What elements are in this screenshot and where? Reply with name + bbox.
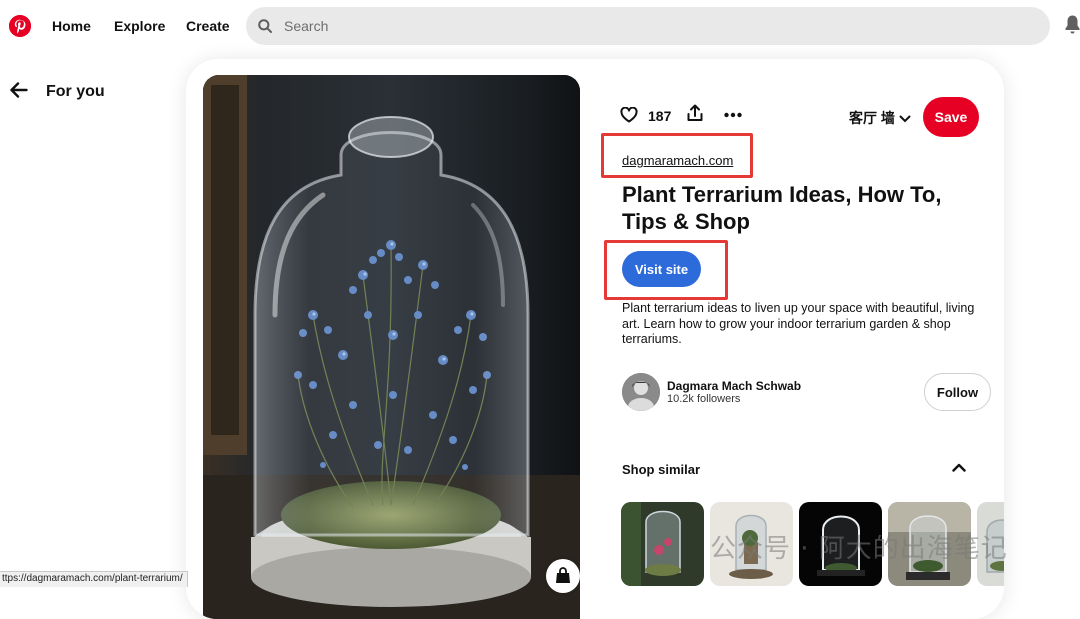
avatar[interactable] xyxy=(622,373,660,411)
status-bar-url: ttps://dagmaramach.com/plant-terrarium/ xyxy=(0,571,188,587)
shop-thumbnail[interactable] xyxy=(621,502,704,586)
bell-icon[interactable] xyxy=(1065,14,1080,36)
watermark-text: 公众号 · 阿大的出海笔记 xyxy=(710,534,1008,564)
heart-icon[interactable] xyxy=(620,107,638,123)
nav-create[interactable]: Create xyxy=(186,18,230,34)
chevron-up-icon[interactable] xyxy=(952,463,966,472)
search-input[interactable] xyxy=(284,7,1024,45)
creator-row: Dagmara Mach Schwab 10.2k followers Foll… xyxy=(622,373,992,413)
board-name: 客厅 墙 xyxy=(849,110,895,126)
search-bar[interactable] xyxy=(246,7,1050,45)
more-options-icon[interactable] xyxy=(724,107,742,123)
chevron-down-icon xyxy=(899,115,911,123)
search-icon xyxy=(258,19,272,33)
share-icon[interactable] xyxy=(687,104,703,122)
annotation-box-visit xyxy=(604,240,728,300)
shop-lens-button[interactable] xyxy=(546,559,580,593)
pin-description: Plant terrarium ideas to liven up your s… xyxy=(622,301,975,346)
board-selector[interactable]: 客厅 墙 xyxy=(849,108,911,128)
pin-title: Plant Terrarium Ideas, How To, Tips & Sh… xyxy=(622,182,942,234)
save-button[interactable]: Save xyxy=(923,97,979,137)
shopping-bag-icon xyxy=(556,567,570,583)
arrow-left-icon xyxy=(10,82,28,98)
back-label: For you xyxy=(46,83,105,100)
terrarium-image xyxy=(203,75,580,619)
pinterest-logo-icon[interactable] xyxy=(9,15,31,37)
follow-button[interactable]: Follow xyxy=(924,373,991,411)
nav-home[interactable]: Home xyxy=(52,18,91,34)
creator-followers: 10.2k followers xyxy=(667,393,741,405)
pin-actions: 187 客厅 墙 Save xyxy=(620,97,980,137)
nav-explore[interactable]: Explore xyxy=(114,18,165,34)
top-bar: Home Explore Create xyxy=(0,0,1080,54)
shop-similar-heading: Shop similar xyxy=(622,462,701,477)
pin-image[interactable] xyxy=(203,75,580,619)
annotation-box-source xyxy=(601,133,753,178)
creator-name[interactable]: Dagmara Mach Schwab xyxy=(667,379,801,393)
like-count: 187 xyxy=(648,108,672,124)
